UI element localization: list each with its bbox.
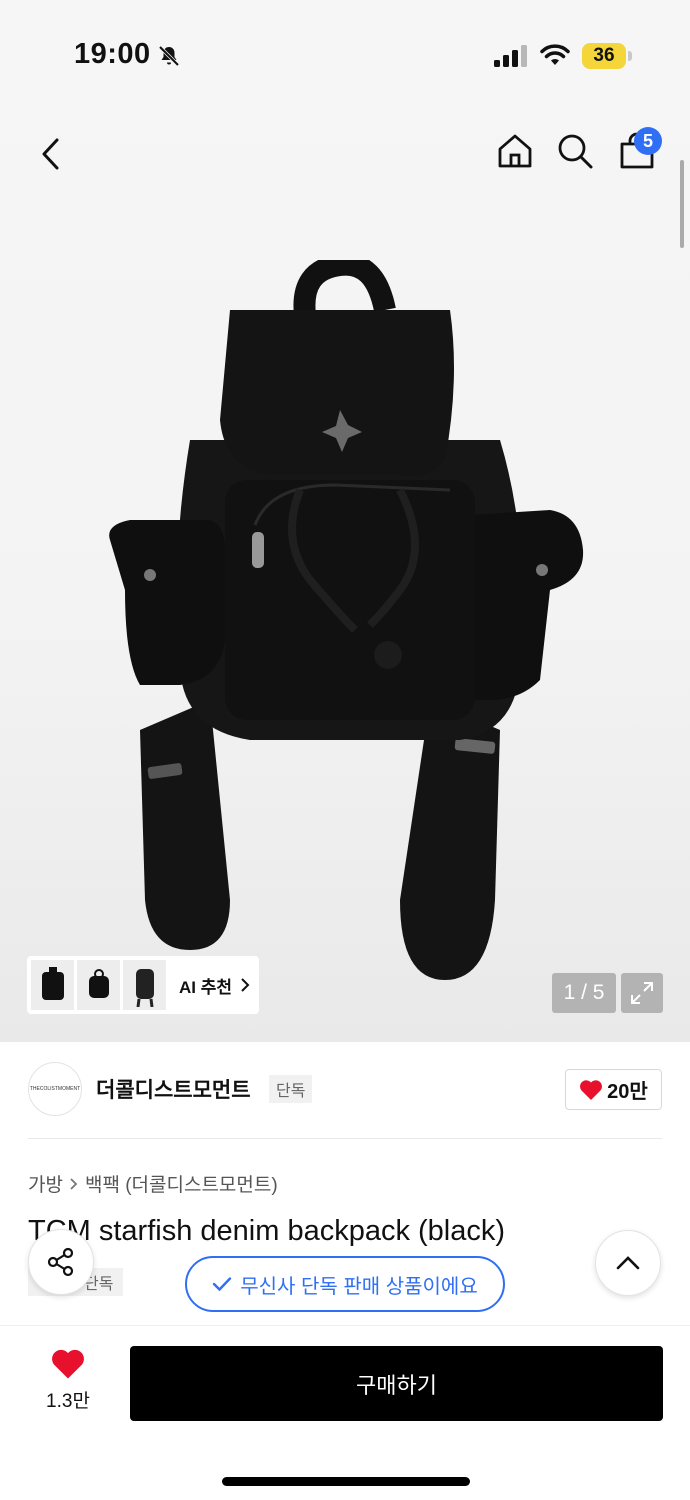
product-title: TCM starfish denim backpack (black): [28, 1215, 506, 1247]
expand-icon: [631, 982, 653, 1004]
home-button[interactable]: [490, 126, 540, 176]
status-time: 19:00: [74, 38, 151, 70]
image-counter: 1 / 5: [552, 973, 616, 1013]
expand-button[interactable]: [621, 973, 663, 1013]
signal-icon: [494, 45, 527, 67]
ai-thumbnail[interactable]: [123, 960, 166, 1010]
search-button[interactable]: [550, 126, 600, 176]
brand-name[interactable]: 더콜디스트모먼트: [96, 1074, 251, 1104]
share-icon: [47, 1247, 74, 1277]
wifi-icon: [540, 44, 570, 65]
toast-text: 무신사 단독 판매 상품이에요: [240, 1275, 478, 1298]
battery-indicator: 36: [582, 43, 626, 69]
bell-off-icon: [158, 45, 180, 67]
back-icon: [42, 138, 59, 170]
battery-tip: [628, 51, 632, 61]
chevron-right-icon: [70, 1177, 78, 1190]
status-bar: 19:00 36: [0, 0, 690, 110]
cart-count-badge: 5: [634, 127, 662, 155]
breadcrumb-item[interactable]: 백팩 (더콜디스트모먼트): [85, 1170, 278, 1197]
product-like-button[interactable]: 1.3만: [30, 1348, 106, 1418]
chevron-right-icon: [241, 978, 250, 992]
scrollbar[interactable]: [680, 160, 684, 248]
brand-logo[interactable]: THECOLISTMOMENT: [28, 1062, 82, 1116]
back-button[interactable]: [22, 126, 78, 182]
product-gallery[interactable]: 19:00 36 5 AI 추천 1 / 5: [0, 0, 690, 1042]
product-image[interactable]: [100, 260, 590, 990]
ai-thumbnail[interactable]: [77, 960, 120, 1010]
divider: [28, 1138, 662, 1139]
check-icon: [213, 1277, 232, 1292]
exclusive-toast: 무신사 단독 판매 상품이에요: [185, 1256, 505, 1312]
scroll-to-top-button[interactable]: [595, 1230, 661, 1296]
chevron-up-icon: [616, 1256, 640, 1270]
breadcrumb: 가방 백팩 (더콜디스트모먼트): [28, 1170, 278, 1197]
heart-icon: [580, 1079, 603, 1100]
ai-thumbnail[interactable]: [31, 960, 74, 1010]
heart-icon: [52, 1349, 84, 1379]
ai-recommend-button[interactable]: AI 추천: [27, 956, 259, 1014]
ai-recommend-label: AI 추천: [179, 977, 233, 997]
home-icon: [498, 134, 532, 168]
product-like-count: 1.3만: [46, 1391, 90, 1412]
breadcrumb-item[interactable]: 가방: [28, 1170, 63, 1197]
share-button[interactable]: [28, 1229, 94, 1295]
brand-like-button[interactable]: 20만: [565, 1069, 662, 1110]
search-icon: [558, 134, 593, 169]
brand-exclusive-badge: 단독: [269, 1075, 313, 1103]
home-indicator[interactable]: [222, 1477, 470, 1486]
brand-logo-text: THECOLISTMOMENT: [29, 1086, 81, 1092]
buy-button[interactable]: 구매하기: [130, 1346, 663, 1421]
brand-like-count: 20만: [607, 1081, 648, 1103]
